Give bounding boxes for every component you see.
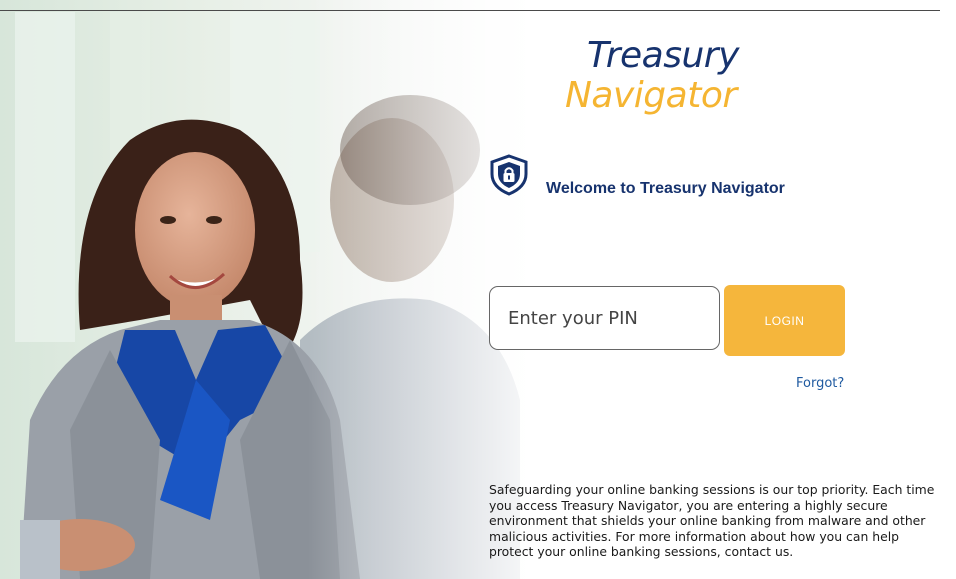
pin-input[interactable] [489, 286, 720, 350]
logo-line-1: Treasury [587, 35, 739, 76]
login-page: Treasury Navigator Welcome to Treasury N… [0, 0, 956, 579]
treasury-navigator-logo: Treasury Navigator [565, 36, 765, 116]
login-button[interactable]: LOGIN [724, 285, 845, 356]
forgot-link[interactable]: Forgot? [796, 376, 844, 391]
hero-photo [0, 0, 560, 579]
shield-lock-icon [487, 153, 531, 197]
welcome-heading: Welcome to Treasury Navigator [546, 180, 785, 197]
top-divider [0, 10, 940, 11]
security-notice: Safeguarding your online banking session… [489, 482, 935, 559]
logo-line-2: Navigator [565, 75, 737, 116]
